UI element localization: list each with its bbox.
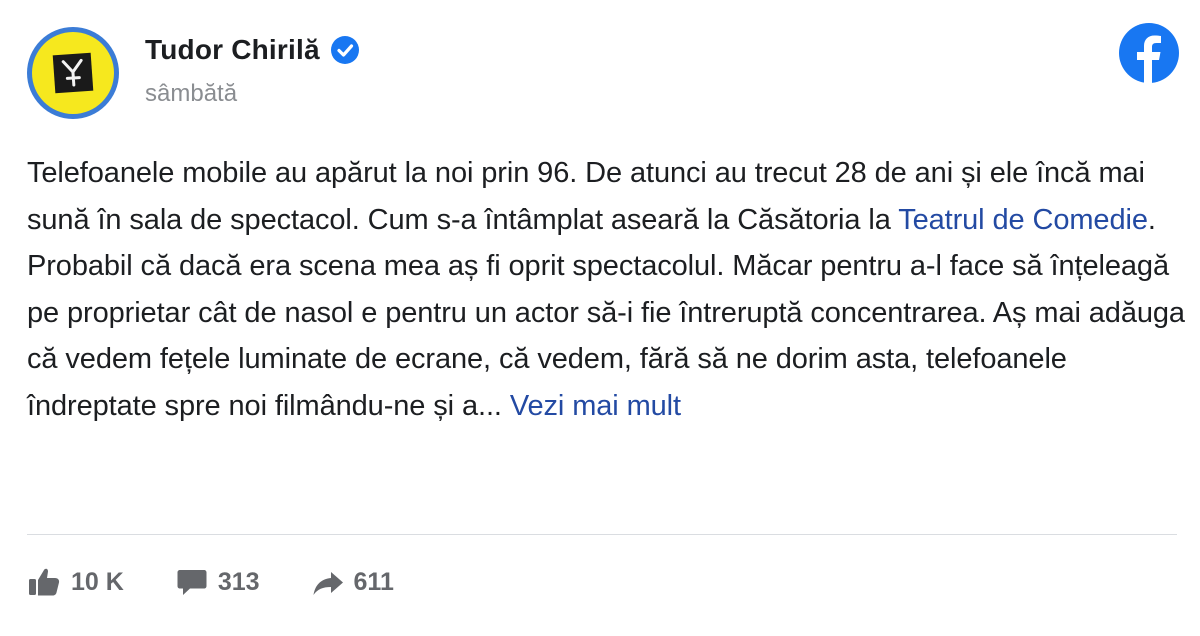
comment-icon — [177, 570, 207, 595]
see-more-link[interactable]: Vezi mai mult — [510, 390, 681, 422]
author-name[interactable]: Tudor Chirilă — [145, 34, 320, 66]
verified-badge-icon — [330, 36, 359, 64]
avatar-logo-icon — [52, 52, 94, 94]
divider — [27, 534, 1177, 535]
facebook-logo-icon[interactable] — [1119, 23, 1179, 83]
author-row: Tudor Chirilă — [145, 34, 360, 66]
facebook-post: Tudor Chirilă sâmbătă Telefoanele mobile… — [0, 0, 1200, 636]
post-body: Telefoanele mobile au apărut la noi prin… — [27, 150, 1187, 429]
post-actions: 10 K 313 611 — [27, 560, 446, 604]
comment-button[interactable]: 313 — [176, 567, 260, 597]
like-button[interactable]: 10 K — [27, 567, 124, 597]
comment-count: 313 — [217, 567, 260, 596]
avatar-inner — [32, 32, 114, 114]
like-count: 10 K — [71, 567, 124, 596]
theatre-link[interactable]: Teatrul de Comedie — [898, 204, 1148, 236]
share-button[interactable]: 611 — [312, 567, 394, 597]
share-arrow-icon — [313, 572, 343, 595]
avatar[interactable] — [27, 27, 119, 119]
post-timestamp[interactable]: sâmbătă — [145, 80, 237, 108]
thumbs-up-icon — [29, 568, 60, 596]
share-count: 611 — [353, 567, 394, 596]
